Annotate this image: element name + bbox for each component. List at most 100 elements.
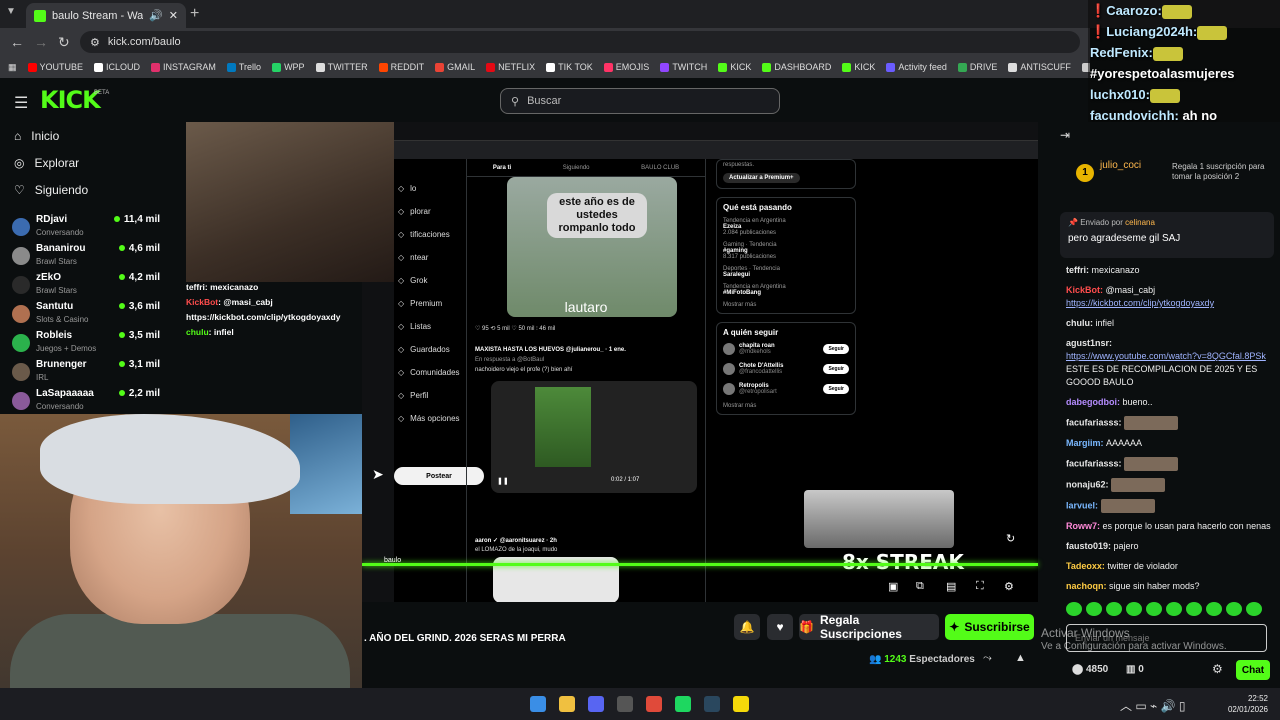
sidebar-channel[interactable]: LaSapaaaaa Conversando 2,2 mil: [10, 388, 168, 417]
chat-user[interactable]: facufariasss:: [1066, 458, 1124, 468]
notes-icon[interactable]: [733, 696, 749, 712]
bookmark-item[interactable]: WPP: [272, 62, 305, 72]
sidebar-channel[interactable]: Bananirou Brawl Stars 4,6 mil: [10, 243, 168, 272]
apps-grid-icon[interactable]: ▦: [8, 62, 17, 73]
chat-user[interactable]: agust1nsr:: [1066, 338, 1112, 348]
bookmark-label: TWITCH: [672, 62, 708, 72]
sidebar-channel[interactable]: Robleis Juegos + Demos 3,5 mil: [10, 330, 168, 359]
bookmark-item[interactable]: DASHBOARD: [762, 62, 831, 72]
follow-suggestion-button: Seguir: [823, 384, 849, 394]
chat-user[interactable]: fausto019:: [1066, 541, 1114, 551]
sidebar-channel[interactable]: Santutu Slots & Casino 3,6 mil: [10, 301, 168, 330]
bookmark-item[interactable]: Activity feed: [886, 62, 947, 72]
bookmark-item[interactable]: REDDIT: [378, 62, 424, 72]
chat-user[interactable]: chulu:: [1066, 318, 1096, 328]
channel-points[interactable]: ⬤ 4850: [1072, 664, 1108, 675]
clock[interactable]: 22:52 02/01/2026: [1224, 693, 1268, 715]
chat-user[interactable]: facufariasss:: [1066, 417, 1124, 427]
gift-subs-button[interactable]: 🎁 Regala Suscripciones: [799, 613, 939, 641]
bookmark-item[interactable]: NETFLIX: [486, 62, 535, 72]
emote-strip[interactable]: [1066, 602, 1276, 616]
start-icon[interactable]: [530, 696, 546, 712]
system-tray-icons[interactable]: ︿ ▭ ⌁ 🔊 ▯: [1120, 697, 1185, 714]
x-nav-icon: ◇: [398, 299, 405, 308]
bookmark-item[interactable]: DRIVE: [957, 62, 997, 72]
chest-counter[interactable]: ▥ 0: [1126, 664, 1144, 675]
obs-icon[interactable]: [617, 696, 633, 712]
steam-icon[interactable]: [704, 696, 720, 712]
bookmark-item[interactable]: GMAIL: [435, 62, 475, 72]
bookmark-item[interactable]: YOUTUBE: [27, 62, 83, 72]
close-tab-icon[interactable]: ✕: [169, 9, 178, 22]
bookmark-item[interactable]: TWITTER: [315, 62, 368, 72]
bookmark-item[interactable]: TWITCH: [660, 62, 707, 72]
spotify-icon[interactable]: [675, 696, 691, 712]
gift-leader-user[interactable]: julio_coci: [1100, 160, 1141, 171]
forward-icon[interactable]: →: [34, 34, 48, 50]
fullscreen-icon[interactable]: ⛶: [976, 580, 984, 593]
search-input[interactable]: ⚲ Buscar: [500, 88, 780, 114]
menu-icon[interactable]: ☰: [14, 93, 28, 113]
sidebar-channel[interactable]: Brunenger IRL 3,1 mil: [10, 359, 168, 388]
chat-user[interactable]: nonaju62:: [1066, 479, 1111, 489]
chat-link[interactable]: https://kickbot.com/clip/ytkogdoyaxdy: [1066, 298, 1214, 308]
bookmark-item[interactable]: KICK: [842, 62, 875, 72]
back-icon[interactable]: ←: [10, 34, 24, 50]
chat-link[interactable]: https://www.youtube.com/watch?v=8QGCfal.…: [1066, 351, 1266, 361]
collapse-chat-icon[interactable]: ⇥: [1060, 128, 1070, 142]
sidebar-nav-inicio[interactable]: ⌂ Inicio: [0, 122, 170, 149]
chrome-icon[interactable]: [646, 696, 662, 712]
report-icon[interactable]: ▲: [1015, 652, 1026, 664]
sidebar-nav-explorar[interactable]: ◎ Explorar: [0, 149, 170, 176]
new-tab-button[interactable]: +: [190, 5, 199, 23]
pip-icon[interactable]: ⧉: [916, 580, 924, 593]
theater-mode-icon[interactable]: ▣: [888, 580, 898, 593]
bookmark-item[interactable]: TIK TOK: [546, 62, 593, 72]
screen: ▼ baulo Stream - Watch Live 🔊 ✕ + ← → ↻ …: [0, 0, 1280, 720]
chat-user[interactable]: Roww7:: [1066, 521, 1103, 531]
x-nav-label: plorar: [410, 207, 431, 216]
browser-tab[interactable]: baulo Stream - Watch Live 🔊 ✕: [26, 3, 186, 28]
site-info-icon[interactable]: ⚙: [90, 36, 100, 49]
clip-icon[interactable]: ▤: [946, 580, 956, 593]
subscribe-button[interactable]: ✦ Suscribirse: [945, 614, 1034, 640]
emote: [1197, 25, 1228, 40]
bookmark-item[interactable]: Trello: [226, 62, 261, 72]
overlay-chat-line: RedFenix:: [1090, 42, 1280, 63]
bookmark-item[interactable]: EMOJIS: [603, 62, 649, 72]
chat-send-button[interactable]: Chat: [1236, 660, 1270, 680]
sidebar-channel[interactable]: RDjavi Conversando 11,4 mil: [10, 214, 168, 243]
bookmark-item[interactable]: ICLOUD: [94, 62, 140, 72]
follow-button[interactable]: ♥: [767, 614, 793, 640]
bookmark-item[interactable]: KICK: [718, 62, 751, 72]
discord-icon[interactable]: [588, 696, 604, 712]
chat-settings-icon[interactable]: ⚙: [1212, 662, 1223, 676]
chat-user[interactable]: teffri:: [1066, 265, 1092, 275]
chat-footer: ⬤ 4850 ▥ 0 ⚙ Chat: [1066, 660, 1276, 682]
kick-logo[interactable]: KICK: [40, 86, 101, 114]
chat-user[interactable]: Margiim:: [1066, 438, 1106, 448]
share-icon[interactable]: ⤳: [983, 652, 992, 665]
url-field[interactable]: ⚙ kick.com/baulo: [80, 31, 1080, 53]
speaker-icon[interactable]: 🔊: [149, 9, 163, 22]
chat-user[interactable]: KickBot:: [1066, 285, 1106, 295]
reload-icon[interactable]: ↻: [58, 34, 70, 51]
x-nav-label: ntear: [410, 253, 429, 262]
refresh-icon[interactable]: ↻: [1006, 532, 1015, 545]
avatar: [12, 334, 30, 352]
sidebar-nav-siguiendo[interactable]: ♡ Siguiendo: [0, 176, 170, 203]
chat-user[interactable]: nachoqn:: [1066, 581, 1109, 591]
bookmark-item[interactable]: ANTISCUFF: [1008, 62, 1071, 72]
live-dot-icon: [118, 245, 125, 251]
notification-bell-button[interactable]: 🔔: [734, 614, 760, 640]
bookmark-item[interactable]: INSTAGRAM: [151, 62, 216, 72]
settings-icon[interactable]: ⚙: [1004, 580, 1014, 593]
chat-user[interactable]: larvuel:: [1066, 500, 1101, 510]
tab-list-icon[interactable]: ▼: [6, 6, 16, 17]
chat-user[interactable]: Tadeoxx:: [1066, 561, 1107, 571]
sidebar-channel[interactable]: zEkO Brawl Stars 4,2 mil: [10, 272, 168, 301]
pinned-message[interactable]: 📌 Enviado por celinana pero agradeseme g…: [1060, 212, 1274, 258]
x-nav-item: ◇ lo: [394, 177, 464, 200]
files-icon[interactable]: [559, 696, 575, 712]
chat-user[interactable]: dabegodboi:: [1066, 397, 1123, 407]
